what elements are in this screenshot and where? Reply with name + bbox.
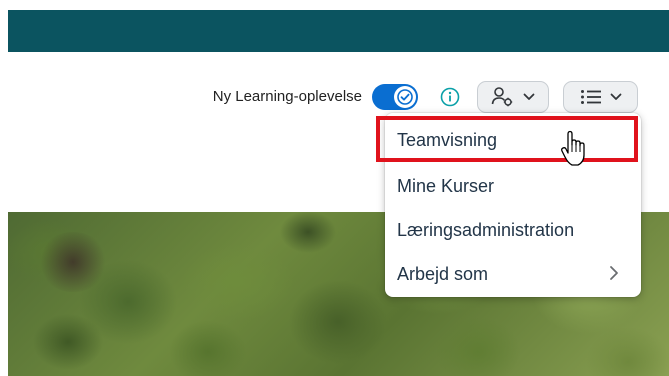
menu-item-label: Mine Kurser <box>397 175 495 196</box>
dropdown-menu: Teamvisning Mine Kurser Læringsadministr… <box>385 113 641 297</box>
menu-item-label: Arbejd som <box>397 263 489 284</box>
menu-item-mine-kurser[interactable]: Mine Kurser <box>385 164 641 208</box>
menu-item-laeringsadministration[interactable]: Læringsadministration <box>385 208 641 252</box>
chevron-right-icon <box>610 266 618 280</box>
info-circle-icon[interactable] <box>440 87 460 107</box>
top-header-bar <box>8 10 669 52</box>
menu-item-teamvisning[interactable]: Teamvisning <box>385 118 641 162</box>
menu-item-label: Læringsadministration <box>397 219 575 240</box>
new-learning-experience-label: Ny Learning-oplevelse <box>212 88 362 105</box>
list-icon <box>580 90 601 104</box>
hand-pointer-cursor-icon <box>561 130 585 166</box>
person-settings-button[interactable] <box>477 81 549 113</box>
menu-item-arbejd-som[interactable]: Arbejd som <box>385 252 641 296</box>
chevron-down-icon <box>610 93 621 100</box>
check-icon <box>397 89 413 105</box>
chevron-down-icon <box>523 93 535 100</box>
list-menu-button[interactable] <box>563 81 638 113</box>
toggle-knob <box>394 86 416 108</box>
person-settings-icon <box>491 87 513 107</box>
menu-item-label: Teamvisning <box>397 129 498 150</box>
new-experience-toggle[interactable] <box>372 84 418 110</box>
